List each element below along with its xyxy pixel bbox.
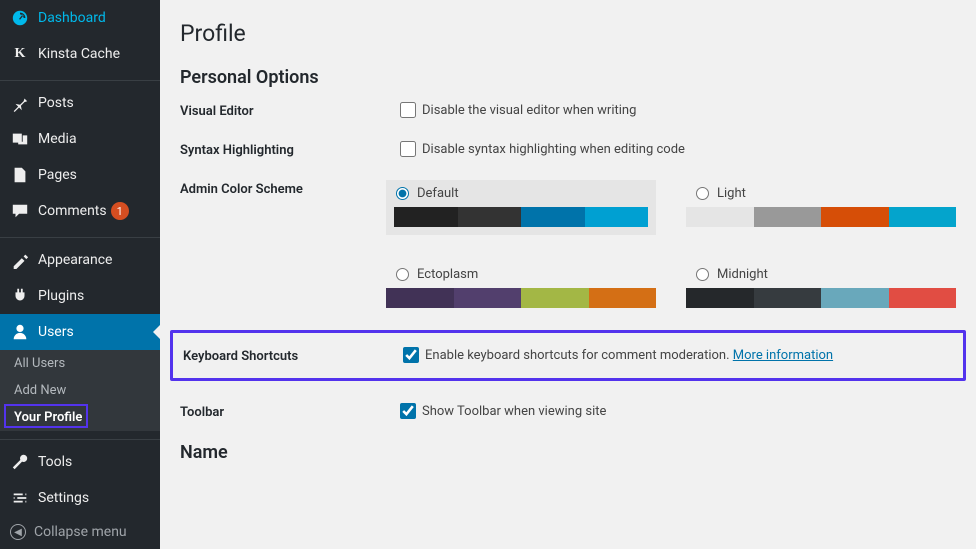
- row-syntax: Syntax Highlighting Disable syntax highl…: [180, 141, 956, 158]
- scheme-name: Midnight: [717, 267, 768, 282]
- dashboard-icon: [10, 8, 30, 28]
- sidebar-label: Dashboard: [38, 10, 106, 26]
- link-more-info[interactable]: More information: [733, 348, 833, 363]
- sidebar-item-users[interactable]: Users: [0, 314, 160, 350]
- sidebar-label: Posts: [38, 95, 74, 111]
- scheme-name: Default: [417, 186, 459, 201]
- sidebar-item-kinsta[interactable]: K Kinsta Cache: [0, 36, 160, 72]
- page-title: Profile: [180, 20, 956, 47]
- sidebar-separator: [0, 435, 160, 440]
- sidebar-label: Kinsta Cache: [38, 46, 120, 62]
- sidebar-label: Appearance: [38, 252, 112, 268]
- sidebar-item-plugins[interactable]: Plugins: [0, 278, 160, 314]
- scheme-ectoplasm[interactable]: Ectoplasm: [386, 261, 656, 308]
- sidebar-item-media[interactable]: Media: [0, 121, 160, 157]
- checkbox-visual-editor[interactable]: [400, 102, 416, 118]
- sidebar-item-comments[interactable]: Comments 1: [0, 193, 160, 229]
- comments-icon: [10, 201, 30, 221]
- swatches-light: [686, 207, 956, 227]
- checkbox-syntax[interactable]: [400, 141, 416, 157]
- sidebar-collapse[interactable]: ◀ Collapse menu: [0, 516, 160, 548]
- scheme-default[interactable]: Default: [386, 180, 656, 235]
- scheme-name: Light: [717, 186, 746, 201]
- row-color-scheme: Admin Color Scheme Default Light: [180, 180, 956, 308]
- plugins-icon: [10, 286, 30, 306]
- label-keyboard: Keyboard Shortcuts: [183, 347, 403, 364]
- users-submenu: All Users Add New Your Profile: [0, 350, 160, 431]
- sidebar-item-tools[interactable]: Tools: [0, 444, 160, 480]
- pin-icon: [10, 93, 30, 113]
- radio-midnight[interactable]: [696, 268, 709, 281]
- scheme-name: Ectoplasm: [417, 267, 478, 282]
- settings-icon: [10, 488, 30, 508]
- submenu-all-users[interactable]: All Users: [0, 350, 160, 377]
- radio-light[interactable]: [696, 187, 709, 200]
- text-keyboard: Enable keyboard shortcuts for comment mo…: [425, 348, 833, 363]
- label-syntax: Syntax Highlighting: [180, 141, 400, 158]
- sidebar-label: Comments: [38, 203, 107, 219]
- section-name: Name: [180, 442, 956, 463]
- sidebar-item-posts[interactable]: Posts: [0, 85, 160, 121]
- row-keyboard-shortcuts: Keyboard Shortcuts Enable keyboard short…: [170, 330, 966, 381]
- sidebar-item-settings[interactable]: Settings: [0, 480, 160, 516]
- admin-sidebar: Dashboard K Kinsta Cache Posts Media Pag…: [0, 0, 160, 549]
- label-color-scheme: Admin Color Scheme: [180, 180, 386, 197]
- sidebar-label: Settings: [38, 490, 89, 506]
- submenu-label: Your Profile: [14, 410, 82, 425]
- sidebar-item-appearance[interactable]: Appearance: [0, 242, 160, 278]
- label-visual-editor: Visual Editor: [180, 102, 400, 119]
- sidebar-label: Pages: [38, 167, 77, 183]
- checkbox-toolbar[interactable]: [400, 403, 416, 419]
- kinsta-icon: K: [10, 44, 30, 64]
- sidebar-label: Plugins: [38, 288, 84, 304]
- main-content: Profile Personal Options Visual Editor D…: [160, 0, 976, 549]
- users-icon: [10, 322, 30, 342]
- section-personal-options: Personal Options: [180, 67, 956, 88]
- comments-badge: 1: [111, 202, 129, 220]
- swatches-ectoplasm: [386, 288, 656, 308]
- text-visual-editor: Disable the visual editor when writing: [422, 103, 636, 118]
- submenu-add-new[interactable]: Add New: [0, 377, 160, 404]
- media-icon: [10, 129, 30, 149]
- swatches-midnight: [686, 288, 956, 308]
- sidebar-separator: [0, 233, 160, 238]
- sidebar-label: Collapse menu: [34, 524, 127, 540]
- collapse-icon: ◀: [10, 524, 26, 540]
- swatches-default: [394, 207, 648, 227]
- scheme-midnight[interactable]: Midnight: [686, 261, 956, 308]
- sidebar-item-dashboard[interactable]: Dashboard: [0, 0, 160, 36]
- radio-ectoplasm[interactable]: [396, 268, 409, 281]
- radio-default[interactable]: [396, 187, 409, 200]
- row-visual-editor: Visual Editor Disable the visual editor …: [180, 102, 956, 119]
- label-toolbar: Toolbar: [180, 403, 400, 420]
- appearance-icon: [10, 250, 30, 270]
- text-keyboard-main: Enable keyboard shortcuts for comment mo…: [425, 348, 730, 363]
- sidebar-label: Media: [38, 131, 77, 147]
- row-toolbar: Toolbar Show Toolbar when viewing site: [180, 403, 956, 420]
- text-toolbar: Show Toolbar when viewing site: [422, 404, 606, 419]
- pages-icon: [10, 165, 30, 185]
- sidebar-label: Tools: [38, 454, 72, 470]
- text-syntax: Disable syntax highlighting when editing…: [422, 142, 685, 157]
- sidebar-separator: [0, 76, 160, 81]
- tools-icon: [10, 452, 30, 472]
- sidebar-item-pages[interactable]: Pages: [0, 157, 160, 193]
- sidebar-label: Users: [38, 324, 74, 340]
- checkbox-keyboard[interactable]: [403, 347, 419, 363]
- submenu-your-profile[interactable]: Your Profile: [0, 404, 160, 431]
- scheme-light[interactable]: Light: [686, 180, 956, 235]
